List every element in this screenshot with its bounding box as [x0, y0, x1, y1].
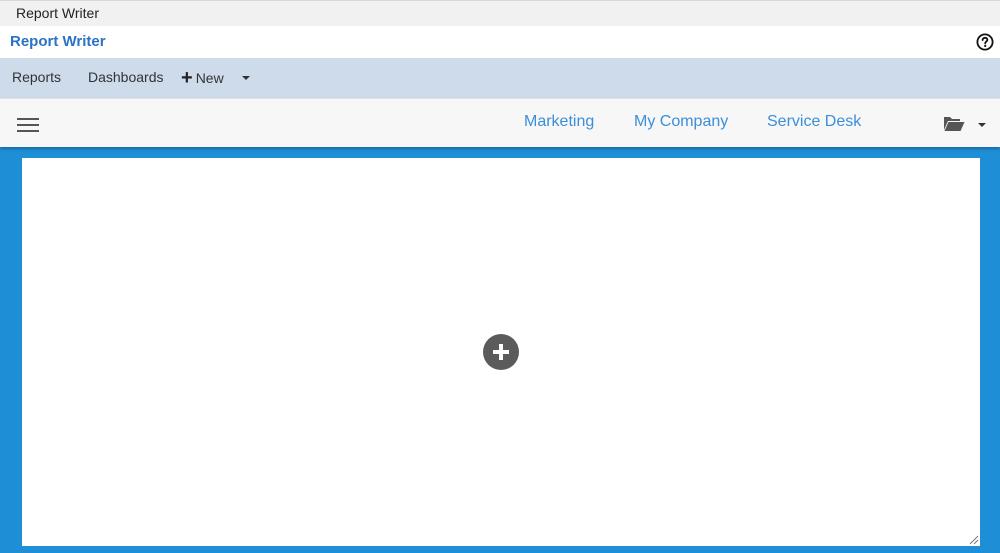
window-title: Report Writer — [16, 5, 99, 21]
tab-my-company[interactable]: My Company — [634, 113, 728, 131]
main-menu-bar: Reports Dashboards + New — [0, 58, 1000, 98]
menu-reports[interactable]: Reports — [12, 58, 61, 98]
dashboard-workspace — [0, 147, 1000, 553]
window-title-bar: Report Writer — [0, 0, 1000, 26]
dashboard-toolbar: Marketing My Company Service Desk — [0, 98, 1000, 147]
folder-dropdown-caret-icon[interactable] — [978, 123, 986, 127]
menu-dashboards[interactable]: Dashboards — [88, 58, 164, 98]
add-widget-icon[interactable] — [483, 334, 519, 370]
app-title: Report Writer — [10, 33, 106, 50]
tab-marketing[interactable]: Marketing — [524, 113, 594, 131]
app-header: Report Writer — [0, 26, 1000, 58]
open-folder-icon[interactable] — [943, 114, 965, 132]
new-dropdown-caret-icon[interactable] — [242, 76, 250, 80]
tab-service-desk[interactable]: Service Desk — [767, 113, 861, 131]
plus-icon: + — [181, 67, 193, 89]
resize-handle-icon[interactable] — [969, 535, 979, 545]
help-icon[interactable] — [976, 33, 994, 51]
hamburger-icon[interactable] — [17, 118, 39, 133]
menu-new-label: New — [195, 70, 224, 86]
menu-new[interactable]: + New — [181, 58, 224, 98]
dashboard-canvas — [22, 158, 980, 546]
